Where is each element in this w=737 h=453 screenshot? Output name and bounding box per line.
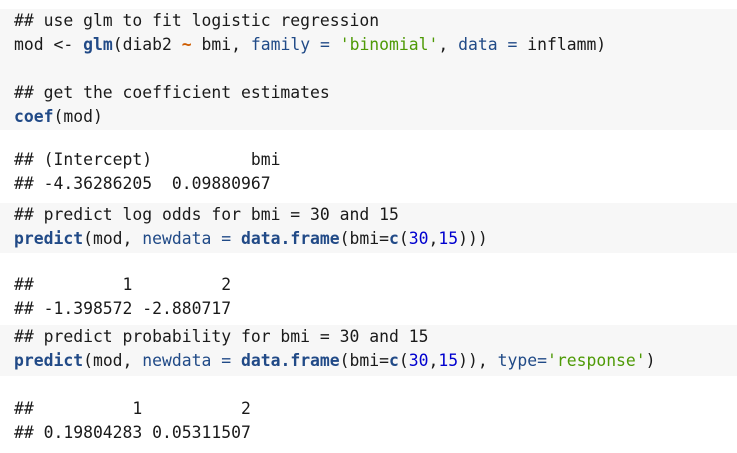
number-literal: 15 (438, 351, 459, 370)
code-text-segment: (bmi= (339, 351, 390, 370)
equals-op: = (537, 351, 547, 370)
output-line: ## 0.19804283 0.05311507 (14, 423, 251, 442)
code-chunk-predict-logodds: ## predict log odds for bmi = 30 and 15 p… (0, 203, 737, 253)
code-text-segment: )), (458, 351, 498, 370)
code-text: ## use glm to fit logistic regression mod… (14, 9, 737, 129)
output-line: ## 1 2 (14, 399, 251, 418)
function-name: coef (14, 107, 54, 126)
code-comment: ## get the coefficient estimates (14, 83, 330, 102)
tilde-op: ~ (181, 35, 192, 54)
code-comment: ## predict log odds for bmi = 30 and 15 (14, 205, 399, 224)
code-text-segment: , (428, 351, 439, 370)
function-name: c (389, 229, 399, 248)
code-text-segment: (mod, (83, 229, 143, 248)
equals-op: = (211, 351, 241, 370)
code-chunk-predict-probability: ## predict probability for bmi = 30 and … (0, 325, 737, 376)
r-markdown-output: ## use glm to fit logistic regression mod… (0, 0, 737, 453)
code-chunk-glm: ## use glm to fit logistic regression mod… (0, 9, 737, 130)
output-line: ## -4.36286205 0.09880967 (14, 174, 271, 193)
string-literal: 'response' (546, 351, 646, 370)
var-name: mod (14, 35, 44, 54)
output-logodds: ## 1 2 ## -1.398572 -2.880717 (0, 273, 737, 321)
output-line: ## (Intercept) bmi (14, 150, 281, 169)
code-comment: ## predict probability for bmi = 30 and … (14, 327, 429, 346)
code-text-segment: ))) (458, 229, 488, 248)
code-comment: ## use glm to fit logistic regression (14, 11, 380, 30)
string-literal: 'binomial' (339, 35, 439, 54)
code-text-segment: , (428, 229, 439, 248)
code-text-segment: ( (398, 229, 409, 248)
number-literal: 15 (438, 229, 459, 248)
output-coef: ## (Intercept) bmi ## -4.36286205 0.09880… (0, 148, 737, 196)
number-literal: 30 (408, 351, 429, 370)
argument-name: family (250, 35, 311, 54)
equals-op: = (211, 229, 241, 248)
output-probability: ## 1 2 ## 0.19804283 0.05311507 (0, 397, 737, 445)
argument-name: newdata (142, 229, 212, 248)
code-text-segment: bmi, (191, 35, 251, 54)
argument-name: data (458, 35, 498, 54)
function-name: c (389, 351, 399, 370)
argument-name: type (497, 351, 538, 370)
code-text-segment: (mod, (83, 351, 143, 370)
code-text-segment: inflamm) (527, 35, 607, 54)
function-name: data.frame (240, 229, 340, 248)
code-text-segment: ) (645, 351, 656, 370)
function-name: data.frame (240, 351, 340, 370)
function-name: glm (83, 35, 113, 54)
equals-op: = (497, 35, 528, 54)
code-text-segment: ( (398, 351, 409, 370)
argument-name: newdata (142, 351, 212, 370)
function-name: predict (14, 229, 84, 248)
number-literal: 30 (408, 229, 429, 248)
code-text-segment: (mod) (53, 107, 103, 126)
output-line: ## 1 2 (14, 275, 232, 294)
assign-op: <- (43, 35, 84, 54)
function-name: predict (14, 351, 84, 370)
output-line: ## -1.398572 -2.880717 (14, 299, 232, 318)
code-text-segment: , (438, 35, 459, 54)
code-text-segment: (bmi= (339, 229, 390, 248)
code-text-segment: (diab2 (112, 35, 182, 54)
equals-op: = (310, 35, 340, 54)
